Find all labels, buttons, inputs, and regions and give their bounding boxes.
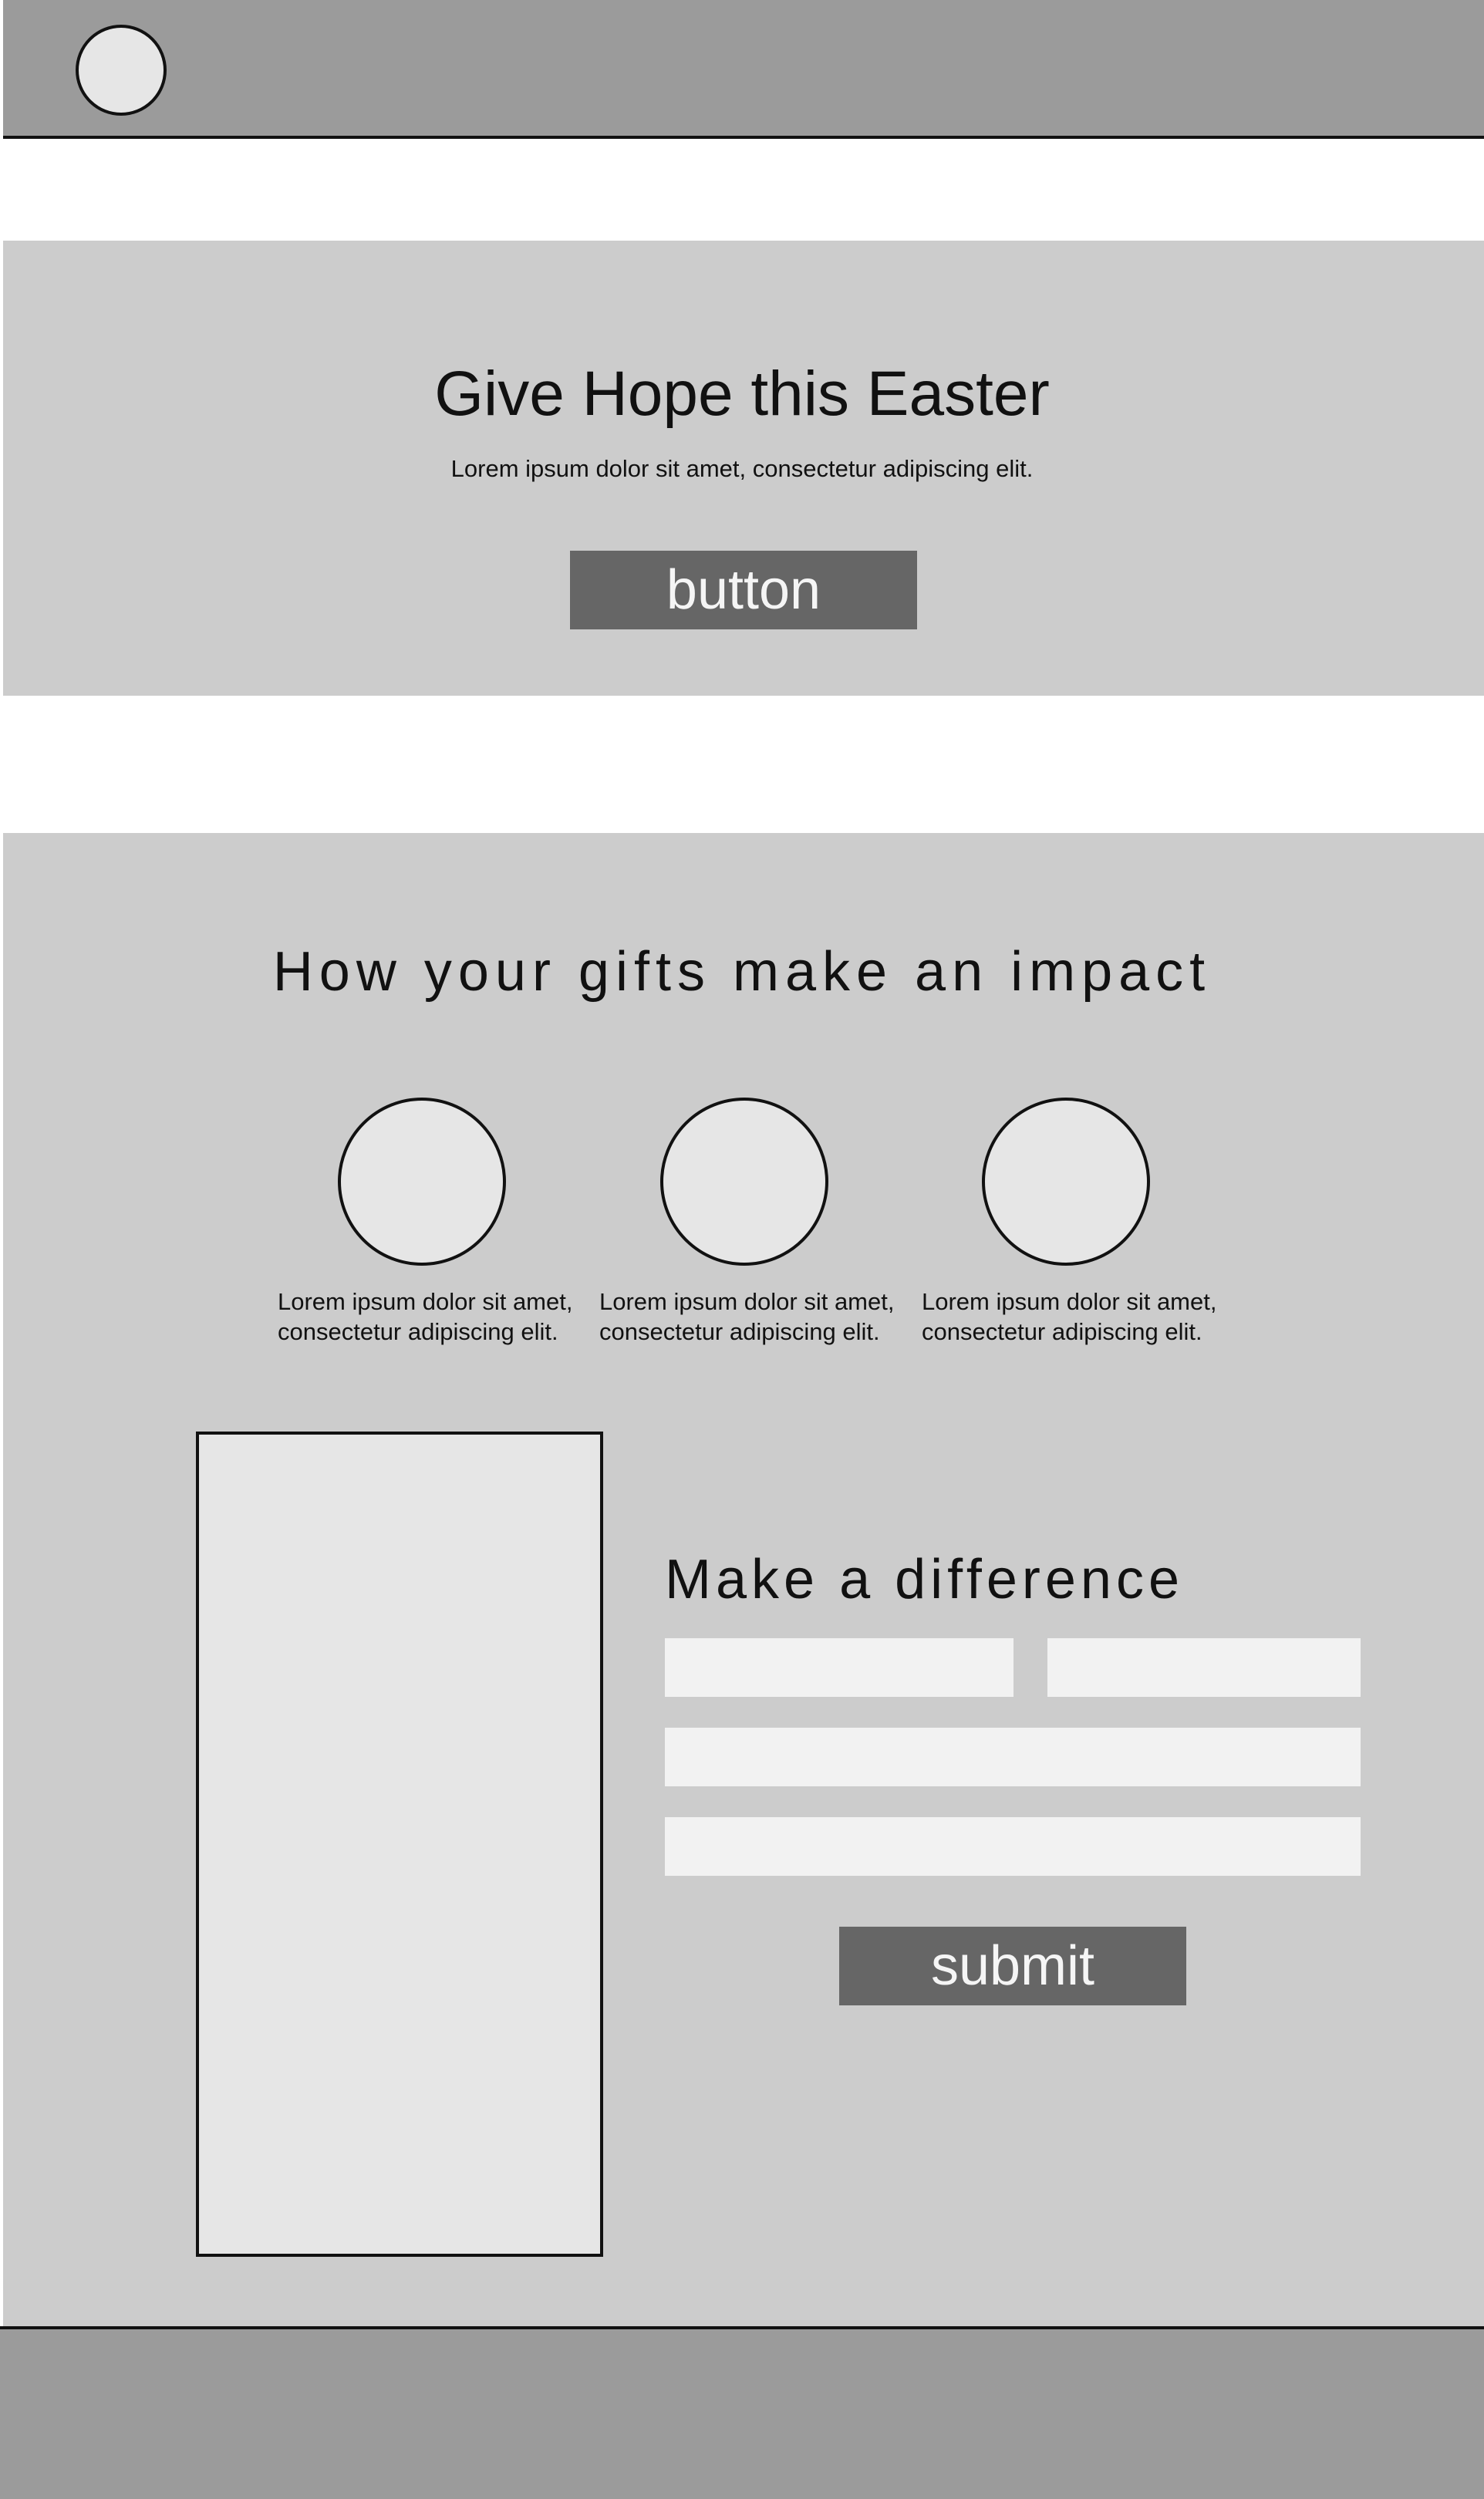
impact-title: How your gifts make an impact [272, 941, 1212, 1003]
site-header [3, 0, 1484, 139]
impact-image-placeholder-2 [660, 1098, 828, 1266]
impact-caption-1-line1: Lorem ipsum dolor sit amet, [278, 1288, 573, 1315]
impact-image-placeholder-3 [982, 1098, 1150, 1266]
impact-caption-2: Lorem ipsum dolor sit amet, consectetur … [599, 1287, 908, 1347]
first-name-field[interactable] [665, 1638, 1014, 1697]
hero-subtitle: Lorem ipsum dolor sit amet, consectetur … [450, 455, 1034, 482]
impact-image-placeholder-1 [338, 1098, 506, 1266]
impact-caption-3-line1: Lorem ipsum dolor sit amet, [922, 1288, 1217, 1315]
site-footer [0, 2326, 1484, 2499]
logo-placeholder[interactable] [76, 25, 167, 116]
impact-caption-3-line2: consectetur adipiscing elit. [922, 1318, 1202, 1345]
email-field[interactable] [665, 1728, 1361, 1786]
image-placeholder [196, 1432, 603, 2257]
form-title: Make a difference [665, 1549, 1185, 1610]
phone-field[interactable] [665, 1817, 1361, 1876]
impact-caption-2-line2: consectetur adipiscing elit. [599, 1318, 880, 1345]
impact-caption-1-line2: consectetur adipiscing elit. [278, 1318, 558, 1345]
impact-caption-1: Lorem ipsum dolor sit amet, consectetur … [278, 1287, 586, 1347]
submit-button[interactable]: submit [839, 1927, 1186, 2005]
impact-caption-3: Lorem ipsum dolor sit amet, consectetur … [922, 1287, 1230, 1347]
last-name-field[interactable] [1047, 1638, 1361, 1697]
hero-cta-button[interactable]: button [570, 551, 917, 629]
hero-title: Give Hope this Easter [434, 359, 1050, 429]
impact-caption-2-line1: Lorem ipsum dolor sit amet, [599, 1288, 895, 1315]
